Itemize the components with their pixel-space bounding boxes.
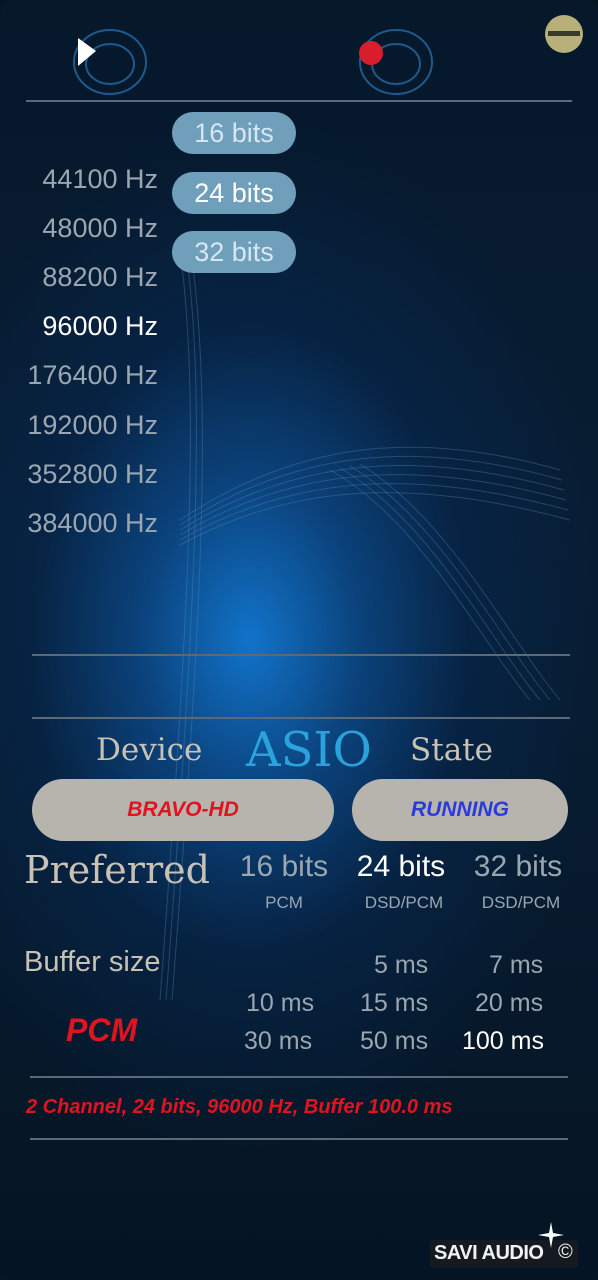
preferred-32-bits[interactable]: 32 bits — [458, 850, 578, 884]
device-label: Device — [96, 732, 203, 768]
divider — [32, 717, 570, 719]
divider — [32, 654, 570, 656]
rate-192000[interactable]: 192000 Hz — [27, 410, 158, 441]
record-button[interactable] — [346, 20, 436, 100]
asio-control-panel: 16 bits 24 bits 32 bits 44100 Hz 48000 H… — [0, 0, 598, 1280]
asio-label: ASIO — [246, 722, 372, 778]
state-value-box[interactable]: RUNNING — [352, 779, 568, 841]
logo-text: SAVI AUDIO — [434, 1242, 544, 1264]
rate-96000[interactable]: 96000 Hz — [42, 311, 158, 342]
minimize-button[interactable] — [544, 14, 584, 54]
preferred-16-format: PCM — [265, 893, 303, 912]
bits-32-button[interactable]: 32 bits — [172, 231, 296, 273]
rate-48000[interactable]: 48000 Hz — [42, 213, 158, 244]
record-icon — [359, 29, 433, 95]
bits-16-button[interactable]: 16 bits — [172, 112, 296, 154]
buffer-100ms[interactable]: 100 ms — [462, 1027, 544, 1056]
bits-24-button[interactable]: 24 bits — [172, 172, 296, 214]
state-label: State — [410, 732, 493, 768]
buffer-size-label: Buffer size — [24, 946, 161, 978]
preferred-24-format: DSD/PCM — [364, 893, 444, 912]
preferred-24-bits[interactable]: 24 bits — [341, 850, 461, 884]
rate-176400[interactable]: 176400 Hz — [27, 360, 158, 391]
play-icon — [73, 29, 147, 95]
preferred-label: Preferred — [24, 848, 210, 892]
buffer-7ms[interactable]: 7 ms — [489, 951, 543, 980]
divider — [30, 1076, 568, 1078]
rate-352800[interactable]: 352800 Hz — [27, 459, 158, 490]
preferred-32-format: DSD/PCM — [481, 893, 561, 912]
buffer-mode-label: PCM — [66, 1012, 138, 1048]
rate-44100[interactable]: 44100 Hz — [42, 164, 158, 195]
buffer-30ms[interactable]: 30 ms — [244, 1027, 312, 1056]
divider — [26, 100, 572, 102]
divider — [30, 1138, 568, 1140]
device-value-box[interactable]: BRAVO-HD — [32, 779, 334, 841]
buffer-20ms[interactable]: 20 ms — [475, 989, 543, 1018]
buffer-15ms[interactable]: 15 ms — [360, 989, 428, 1018]
minimize-icon — [545, 15, 583, 53]
status-line: 2 Channel, 24 bits, 96000 Hz, Buffer 100… — [26, 1096, 453, 1118]
buffer-5ms[interactable]: 5 ms — [374, 951, 428, 980]
rate-88200[interactable]: 88200 Hz — [42, 262, 158, 293]
play-button[interactable] — [62, 20, 152, 100]
preferred-16-bits[interactable]: 16 bits — [224, 850, 344, 884]
sparkle-icon — [538, 1222, 564, 1248]
rate-384000[interactable]: 384000 Hz — [27, 508, 158, 539]
buffer-10ms[interactable]: 10 ms — [246, 989, 314, 1018]
buffer-50ms[interactable]: 50 ms — [360, 1027, 428, 1056]
